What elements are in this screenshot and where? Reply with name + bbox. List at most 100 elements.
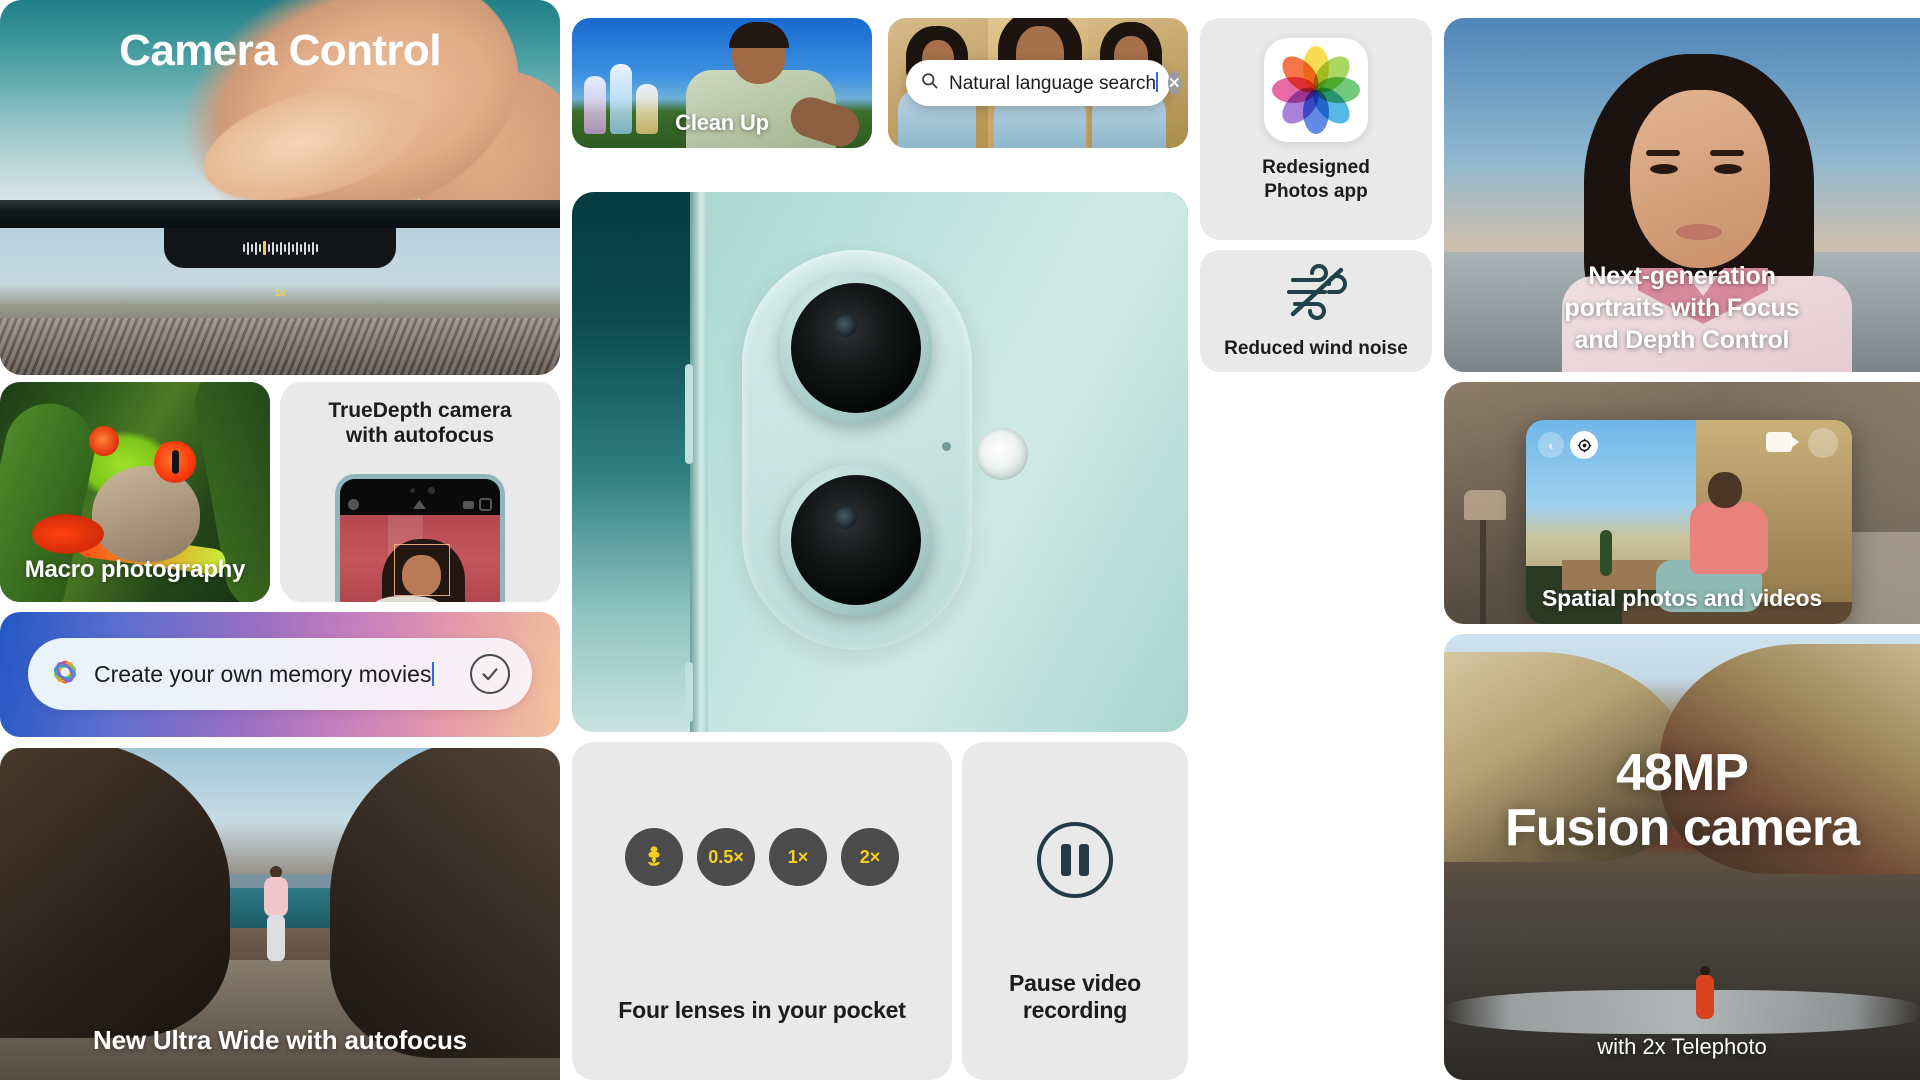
apple-intelligence-icon: [50, 657, 80, 692]
caption-portraits: Next-generation portraits with Focus and…: [1444, 260, 1920, 356]
ultrawide-camera-lens: [780, 464, 932, 616]
volume-button[interactable]: [685, 364, 693, 464]
card-photos-app: Redesigned Photos app: [1200, 18, 1432, 240]
portraits-line-1: Next-generation: [1588, 262, 1776, 290]
cypress-tree: [1600, 530, 1612, 576]
caption-spatial: Spatial photos and videos: [1542, 585, 1822, 611]
video-icon[interactable]: [1766, 432, 1799, 452]
search-text: Natural language search: [949, 71, 1159, 94]
phone-mockup: [335, 474, 505, 602]
microphone-hole: [942, 442, 951, 451]
subject-brow-left: [1646, 150, 1680, 156]
card-fusion-camera: 48MP Fusion camera with 2x Telephoto: [1444, 634, 1920, 1080]
card-truedepth: TrueDepth camera with autofocus: [280, 382, 560, 602]
frog-foot: [32, 514, 105, 554]
search-icon: [920, 71, 939, 95]
flash-icon[interactable]: [348, 499, 359, 510]
live-photo-icon[interactable]: [463, 501, 474, 509]
focus-box: [394, 543, 451, 597]
portraits-line-3: and Depth Control: [1574, 326, 1790, 354]
lens-pill-0-5x[interactable]: 0.5×: [697, 828, 755, 886]
card-spatial-photos: ‹ Spatial photos and videos: [1444, 382, 1920, 624]
clear-icon[interactable]: ✕: [1168, 71, 1181, 95]
selfie-preview: [340, 515, 500, 602]
subject-eye-right: [1714, 164, 1742, 174]
card-iphone-hero: [572, 192, 1188, 732]
search-input[interactable]: Natural language search ✕: [906, 60, 1181, 106]
subject-torso: [1690, 502, 1768, 574]
memory-movies-text: Create your own memory movies: [94, 661, 435, 688]
subject-head: [1708, 472, 1742, 508]
subject-lips: [1676, 224, 1722, 240]
caption-four-lenses: Four lenses in your pocket: [618, 997, 906, 1023]
pause-circle-icon[interactable]: [1037, 822, 1113, 898]
subject-face: [1630, 90, 1770, 268]
lens-pill-row: 0.5× 1× 2×: [572, 828, 952, 886]
caption-macro: Macro photography: [24, 556, 246, 583]
wide-camera-lens: [780, 272, 932, 424]
wind-noise-off-icon: [1279, 264, 1353, 320]
caption-clean-up: Clean Up: [675, 110, 769, 135]
card-title-camera-control: Camera Control: [119, 26, 441, 75]
rock-right: [330, 748, 560, 1058]
photos-app-icon[interactable]: [1264, 38, 1368, 142]
title-fusion-camera: 48MP Fusion camera: [1444, 746, 1920, 855]
gravel-path: [1444, 990, 1920, 1034]
phone-edge: [0, 200, 560, 230]
frog-eye-left: [89, 426, 120, 456]
rock-left: [0, 748, 230, 1038]
subject-hair: [729, 22, 789, 48]
card-memory-movies: Create your own memory movies: [0, 612, 560, 737]
caption-photos-app: Redesigned Photos app: [1200, 156, 1432, 204]
lens-pill-macro[interactable]: [625, 828, 683, 886]
card-four-lenses: 0.5× 1× 2× Four lenses in your pocket: [572, 742, 952, 1080]
spatial-view-icon[interactable]: [1570, 431, 1598, 459]
phone-status-bar: [340, 479, 500, 515]
photos-app-line-1: Redesigned: [1262, 157, 1370, 178]
aspect-ratio-icon[interactable]: [479, 498, 492, 511]
chevron-left-icon[interactable]: ‹: [1538, 432, 1564, 458]
caption-pause-video: Pause video recording: [1008, 970, 1142, 1023]
card-natural-language-search: Natural language search ✕: [888, 18, 1188, 148]
caption-wind-noise: Reduced wind noise: [1224, 338, 1408, 359]
fusion-title-line-1: 48MP: [1616, 744, 1749, 802]
card-portraits: Next-generation portraits with Focus and…: [1444, 18, 1920, 372]
zoom-slider[interactable]: [215, 241, 345, 255]
subject-eye-left: [1650, 164, 1678, 174]
frog-eye-right: [153, 441, 196, 484]
feature-collage: 1x Camera Control Macro photography True…: [0, 0, 1920, 1080]
memory-movies-input[interactable]: Create your own memory movies: [28, 638, 532, 710]
iphone-side-rail: [690, 192, 708, 732]
subtitle-telephoto: with 2x Telephoto: [1597, 1034, 1767, 1059]
fusion-title-line-2: Fusion camera: [1504, 798, 1860, 857]
macro-flower-icon: [648, 846, 660, 866]
zoom-level-indicator: 1x: [274, 288, 286, 299]
person-figure: [1696, 966, 1714, 1019]
caption-truedepth: TrueDepth camera with autofocus: [280, 398, 560, 448]
portraits-line-2: portraits with Focus: [1564, 294, 1800, 322]
subject-brow-right: [1710, 150, 1744, 156]
card-camera-control: 1x Camera Control: [0, 0, 560, 375]
truedepth-line-2: with autofocus: [345, 424, 495, 448]
truedepth-line-1: TrueDepth camera: [328, 399, 512, 422]
more-icon[interactable]: [1808, 428, 1838, 458]
card-pause-video: Pause video recording: [962, 742, 1188, 1080]
front-camera-dot: [410, 488, 416, 493]
check-circle-icon[interactable]: [470, 654, 510, 694]
card-wind-noise: Reduced wind noise: [1200, 250, 1432, 372]
photos-flower-glyph: [1271, 45, 1361, 135]
photos-app-line-2: Photos app: [1264, 180, 1368, 202]
chevron-up-icon[interactable]: [413, 500, 426, 509]
lens-pill-1x[interactable]: 1×: [769, 828, 827, 886]
text-caret: [432, 661, 435, 686]
card-ultra-wide: New Ultra Wide with autofocus: [0, 748, 560, 1080]
card-macro-photography: Macro photography: [0, 382, 270, 602]
lamp: [1464, 490, 1506, 520]
sensor-dot: [428, 487, 435, 494]
action-button[interactable]: [685, 662, 693, 722]
lava-ground: [0, 318, 560, 375]
lens-pill-2x[interactable]: 2×: [841, 828, 899, 886]
flash-led: [976, 428, 1028, 480]
person-figure: [263, 866, 289, 962]
caption-ultra-wide: New Ultra Wide with autofocus: [93, 1025, 467, 1055]
